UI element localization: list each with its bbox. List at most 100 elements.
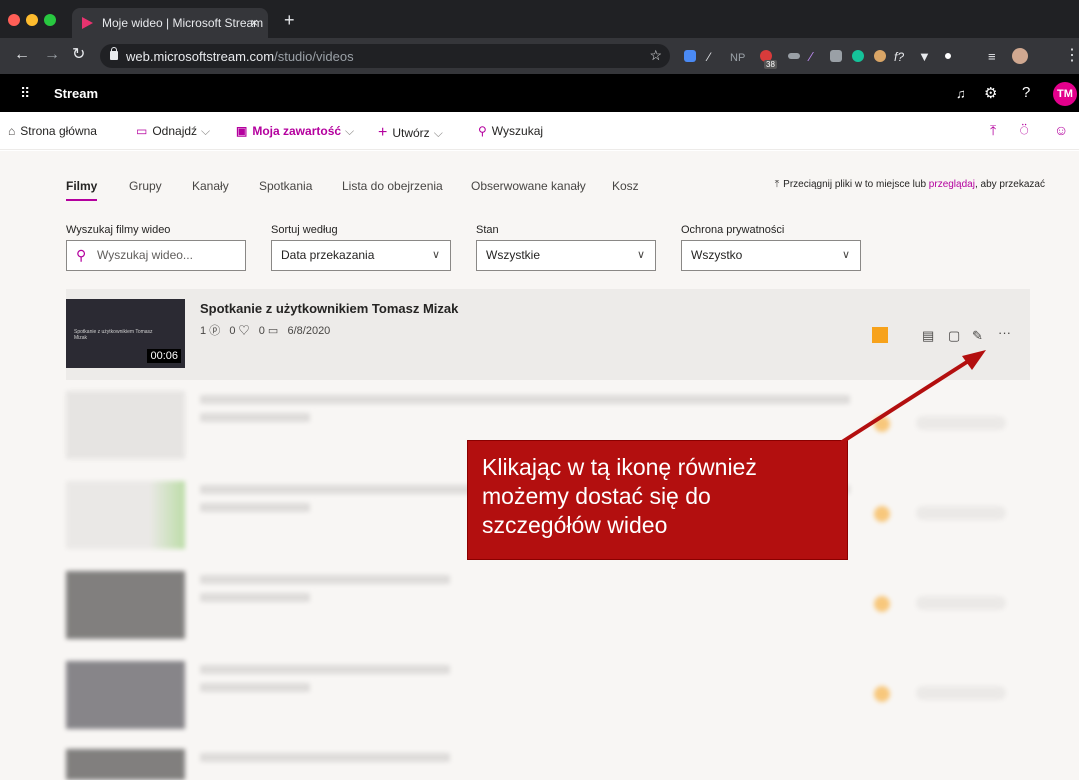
thumbnail-title: Spotkanie z użytkownikiem Tomasz Mizak	[74, 329, 153, 341]
video-duration: 00:06	[147, 349, 181, 363]
stream-app-bar: ⠿ Stream ♫ ⚙ ? TM	[0, 74, 1079, 112]
video-thumbnail	[66, 481, 185, 549]
nav-discover[interactable]: ▭ Odnajdź ⌵	[136, 124, 210, 139]
upload-hint-text-end: , aby przekazać	[974, 179, 1045, 190]
stream-nav-bar: ⌂ Strona główna ▭ Odnajdź ⌵ ▣ Moja zawartość…	[0, 112, 1079, 150]
tab-extension-icon[interactable]	[788, 53, 800, 59]
video-thumbnail	[66, 571, 185, 639]
status-value: Wszystkie	[486, 248, 540, 262]
add-to-watchlist-icon[interactable]: ▤	[922, 328, 934, 344]
browser-toolbar: ← → ↻ web.microsoftstream.com/studio/vid…	[0, 38, 1079, 74]
user-avatar[interactable]: TM	[1053, 82, 1077, 106]
help-icon[interactable]: ?	[1022, 84, 1030, 101]
info-extension-icon[interactable]	[942, 50, 954, 62]
tab-videos[interactable]: Filmy	[66, 179, 97, 193]
feather-extension-icon[interactable]: ⁄	[810, 48, 812, 66]
views-count: 1	[200, 325, 207, 337]
app-brand[interactable]: Stream	[54, 86, 98, 101]
status-dropdown[interactable]: Wszystkie ∨	[476, 240, 656, 271]
list-item	[66, 571, 1030, 651]
nav-home[interactable]: ⌂ Strona główna	[8, 124, 97, 138]
feedback-smile-icon[interactable]: ☺	[1054, 122, 1068, 138]
likes-count: 0	[229, 325, 236, 337]
tab-meetings[interactable]: Spotkania	[259, 179, 312, 193]
maximize-window-button[interactable]	[44, 14, 56, 26]
pen-extension-icon[interactable]: ⁄	[708, 48, 710, 66]
list-item	[66, 749, 1030, 780]
reading-list-icon[interactable]: ≡	[988, 48, 996, 66]
nav-create[interactable]: + Utwórz ⌵	[378, 124, 443, 142]
address-bar[interactable]: web.microsoftstream.com/studio/videos ☆	[100, 44, 670, 68]
browser-tab[interactable]: Moje wideo | Microsoft Stream ×	[72, 8, 268, 38]
chevron-down-icon: ∨	[431, 249, 440, 261]
upload-hint-text: Przeciągnij pliki w to miejsce lub	[783, 179, 929, 190]
nav-my-content[interactable]: ▣ Moja zawartość ⌵	[236, 124, 354, 139]
blurred-badge	[874, 686, 890, 702]
tab-watchlist[interactable]: Lista do obejrzenia	[342, 179, 443, 193]
video-thumbnail	[66, 391, 185, 459]
blurred-title	[200, 665, 450, 674]
discover-icon: ▭	[136, 124, 148, 138]
privacy-dropdown[interactable]: Wszystko ∨	[681, 240, 861, 271]
nav-search[interactable]: ⚲ Wyszukaj	[478, 124, 543, 138]
edit-pencil-icon[interactable]: ✎	[972, 328, 983, 344]
save-extension-icon[interactable]	[830, 50, 842, 62]
upload-arrow-icon: ⤒	[774, 179, 780, 190]
reload-icon[interactable]: ↻	[72, 46, 85, 64]
more-options-button[interactable]: ···	[998, 325, 1011, 340]
grammarly-extension-icon[interactable]	[852, 50, 864, 62]
upload-hint: ⤒ Przeciągnij pliki w to miejsce lub prze…	[775, 179, 1045, 190]
profile-avatar-icon[interactable]	[1012, 48, 1028, 64]
add-user-icon[interactable]: ⍥	[1020, 122, 1028, 139]
video-search-input[interactable]: ⚲ Wyszukaj wideo...	[66, 240, 246, 271]
tab-followed-channels[interactable]: Obserwowane kanały	[471, 179, 586, 193]
blurred-title	[200, 575, 450, 584]
add-to-group-icon[interactable]: ▢	[948, 328, 960, 344]
comment-icon: ▭	[267, 325, 279, 337]
back-icon[interactable]: ←	[14, 46, 30, 64]
blurred-meta	[200, 683, 310, 692]
translate-extension-icon[interactable]	[684, 50, 696, 62]
fx-extension-icon[interactable]: f?	[894, 48, 904, 66]
upload-date: 6/8/2020	[287, 325, 331, 337]
sort-label: Sortuj według	[271, 224, 338, 236]
nav-my-content-label: Moja zawartość	[252, 124, 342, 138]
tab-channels[interactable]: Kanały	[192, 179, 229, 193]
forward-icon[interactable]: →	[44, 46, 60, 64]
video-row[interactable]: Spotkanie z użytkownikiem Tomasz Mizak 0…	[66, 289, 1030, 380]
stream-favicon-icon	[82, 17, 93, 29]
list-item	[66, 661, 1030, 741]
search-filter-label: Wyszukaj filmy wideo	[66, 224, 171, 236]
blurred-title	[200, 395, 850, 404]
vue-extension-icon[interactable]: ▼	[918, 48, 931, 66]
upload-icon[interactable]: ⤒	[990, 122, 996, 139]
chevron-down-icon: ∨	[636, 249, 645, 261]
tab-groups[interactable]: Grupy	[129, 179, 162, 193]
notifications-bell-icon[interactable]: ♫	[956, 86, 966, 101]
blurred-actions	[916, 416, 1006, 430]
video-title[interactable]: Spotkanie z użytkownikiem Tomasz Mizak	[200, 301, 458, 316]
nav-home-label: Strona główna	[20, 124, 97, 138]
tab-close-icon[interactable]: ×	[250, 8, 258, 38]
extension-badge: 38	[764, 60, 777, 69]
url-text: web.microsoftstream.com/studio/videos	[126, 49, 354, 64]
settings-gear-icon[interactable]: ⚙	[984, 84, 997, 102]
close-window-button[interactable]	[8, 14, 20, 26]
search-icon: ⚲	[478, 124, 487, 138]
video-thumbnail[interactable]: Spotkanie z użytkownikiem Tomasz Mizak 0…	[66, 299, 185, 368]
minimize-window-button[interactable]	[26, 14, 38, 26]
annotation-callout: Klikając w tą ikonę również możemy dosta…	[467, 440, 848, 560]
menu-kebab-icon[interactable]: ⋮	[1064, 47, 1079, 65]
browse-link[interactable]: przeglądaj	[929, 179, 975, 190]
app-launcher-icon[interactable]: ⠿	[20, 85, 30, 102]
blurred-badge	[874, 506, 890, 522]
bookmark-star-icon[interactable]: ☆	[649, 47, 662, 64]
new-tab-button[interactable]: +	[284, 10, 295, 31]
np-extension-icon[interactable]: NP	[730, 49, 745, 67]
nav-create-label: Utwórz	[392, 126, 430, 140]
browser-titlebar: Moje wideo | Microsoft Stream × +	[0, 0, 1079, 38]
sort-dropdown[interactable]: Data przekazania ∨	[271, 240, 451, 271]
status-label: Stan	[476, 224, 499, 236]
tab-trash[interactable]: Kosz	[612, 179, 639, 193]
cookie-extension-icon[interactable]	[874, 50, 886, 62]
